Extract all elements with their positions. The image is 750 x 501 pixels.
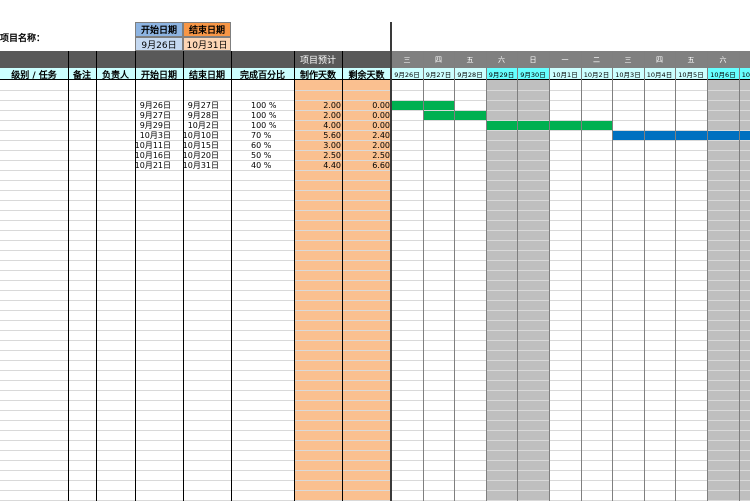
timeline-weekday: 日 xyxy=(739,51,750,68)
summary-start-label: 开始日期 xyxy=(135,22,183,37)
task-days[interactable]: 4.40 xyxy=(294,160,342,170)
timeline-weekday: 四 xyxy=(644,51,675,68)
gantt-bar[interactable] xyxy=(391,100,454,110)
task-percent[interactable]: 100 % xyxy=(231,110,294,120)
task-days[interactable]: 5.60 xyxy=(294,130,342,140)
timeline-weekday: 三 xyxy=(612,51,644,68)
forecast-band-label: 项目预计 xyxy=(299,56,336,66)
gantt-bar[interactable] xyxy=(612,130,750,140)
timeline-date: 9月27日 xyxy=(423,68,454,80)
task-remaining[interactable]: 2.00 xyxy=(342,140,391,150)
task-start[interactable]: 10月21日 xyxy=(135,160,183,170)
gantt-bar[interactable] xyxy=(423,110,486,120)
task-percent[interactable]: 70 % xyxy=(231,130,294,140)
col-header-notes: 备注 xyxy=(72,70,91,81)
task-start[interactable]: 10月3日 xyxy=(135,130,183,140)
weekend-shading xyxy=(707,80,739,501)
task-days[interactable]: 4.00 xyxy=(294,120,342,130)
timeline-date: 9月30日 xyxy=(517,68,549,80)
weekend-shading xyxy=(517,80,549,501)
timeline-weekday: 日 xyxy=(517,51,549,68)
gantt-sheet: 项目名称： 开始日期 结束日期 9月26日 10月31日 项目预计 级别 / 任… xyxy=(0,0,750,501)
task-end[interactable]: 10月15日 xyxy=(183,140,231,150)
col-header-end: 结束日期 xyxy=(188,70,225,81)
timeline-date: 10月4日 xyxy=(644,68,675,80)
timeline-date: 10月5日 xyxy=(675,68,707,80)
task-start[interactable]: 10月11日 xyxy=(135,140,183,150)
task-end[interactable]: 10月2日 xyxy=(183,120,231,130)
timeline-date: 10月3日 xyxy=(612,68,644,80)
task-remaining[interactable]: 2.50 xyxy=(342,150,391,160)
task-end[interactable]: 9月27日 xyxy=(183,100,231,110)
task-end[interactable]: 10月10日 xyxy=(183,130,231,140)
col-header-owner: 负责人 xyxy=(101,70,129,81)
task-start[interactable]: 9月29日 xyxy=(135,120,183,130)
col-header-remaining: 剩余天数 xyxy=(348,70,385,81)
task-days[interactable]: 2.50 xyxy=(294,150,342,160)
task-percent[interactable]: 100 % xyxy=(231,100,294,110)
timeline-weekday: 一 xyxy=(549,51,581,68)
timeline-weekday: 六 xyxy=(707,51,739,68)
timeline-date: 10月7日 xyxy=(739,68,750,80)
timeline-weekday: 三 xyxy=(391,51,423,68)
timeline-date: 10月6日 xyxy=(707,68,739,80)
timeline-date: 9月26日 xyxy=(391,68,423,80)
col-header-level-task: 级别 / 任务 xyxy=(11,70,57,81)
task-end[interactable]: 10月20日 xyxy=(183,150,231,160)
task-days[interactable]: 2.00 xyxy=(294,100,342,110)
timeline-weekday: 六 xyxy=(486,51,517,68)
task-remaining[interactable]: 0.00 xyxy=(342,120,391,130)
task-end[interactable]: 10月31日 xyxy=(183,160,231,170)
task-start[interactable]: 9月26日 xyxy=(135,100,183,110)
task-remaining[interactable]: 6.60 xyxy=(342,160,391,170)
summary-start-value[interactable]: 9月26日 xyxy=(135,37,183,51)
timeline-weekday: 五 xyxy=(675,51,707,68)
timeline-weekday: 五 xyxy=(454,51,486,68)
summary-end-label: 结束日期 xyxy=(183,22,231,37)
task-start[interactable]: 10月16日 xyxy=(135,150,183,160)
summary-end-value[interactable]: 10月31日 xyxy=(183,37,231,51)
project-name-label: 项目名称： xyxy=(0,33,46,44)
weekend-shading xyxy=(486,80,517,501)
timeline-date: 9月29日 xyxy=(486,68,517,80)
weekend-shading xyxy=(739,80,750,501)
timeline-date: 10月1日 xyxy=(549,68,581,80)
task-days[interactable]: 2.00 xyxy=(294,110,342,120)
col-header-days: 制作天数 xyxy=(299,70,336,81)
task-start[interactable]: 9月27日 xyxy=(135,110,183,120)
task-remaining[interactable]: 2.40 xyxy=(342,130,391,140)
timeline-date: 10月2日 xyxy=(581,68,612,80)
task-percent[interactable]: 40 % xyxy=(231,160,294,170)
task-remaining[interactable]: 0.00 xyxy=(342,110,391,120)
col-header-percent: 完成百分比 xyxy=(239,70,285,81)
task-percent[interactable]: 50 % xyxy=(231,150,294,160)
col-header-start: 开始日期 xyxy=(140,70,177,81)
gantt-bar[interactable] xyxy=(486,120,612,130)
timeline-weekday: 二 xyxy=(581,51,612,68)
timeline-weekday: 四 xyxy=(423,51,454,68)
timeline-date: 9月28日 xyxy=(454,68,486,80)
task-percent[interactable]: 60 % xyxy=(231,140,294,150)
task-remaining[interactable]: 0.00 xyxy=(342,100,391,110)
task-days[interactable]: 3.00 xyxy=(294,140,342,150)
task-end[interactable]: 9月28日 xyxy=(183,110,231,120)
task-percent[interactable]: 100 % xyxy=(231,120,294,130)
